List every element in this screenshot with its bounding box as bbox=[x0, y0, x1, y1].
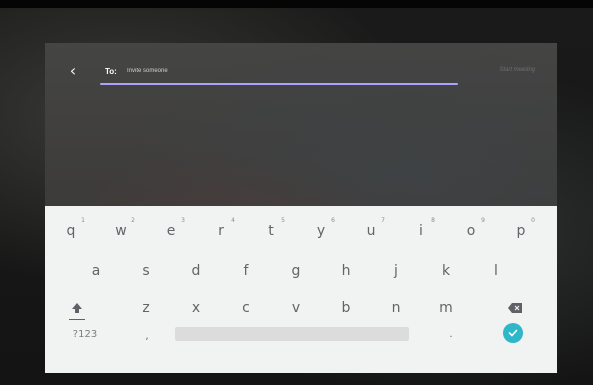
enter-key[interactable] bbox=[503, 323, 523, 343]
key-i[interactable]: i 8 bbox=[401, 213, 441, 249]
on-screen-keyboard: q 1 w 2 e 3 r 4 t 5 y 6 u 7 i 8 o 9 p 0 … bbox=[45, 206, 557, 373]
key-label: c bbox=[242, 300, 250, 316]
chevron-left-icon: ‹ bbox=[69, 61, 77, 80]
key-j[interactable]: j bbox=[376, 253, 416, 289]
key-label: o bbox=[466, 223, 476, 239]
key-label: b bbox=[341, 300, 351, 316]
key-hint: 7 bbox=[381, 217, 385, 224]
key-g[interactable]: g bbox=[276, 253, 316, 289]
key-label: , bbox=[145, 330, 149, 342]
back-button[interactable]: ‹ bbox=[63, 61, 83, 81]
key-label: k bbox=[441, 263, 451, 279]
key-label: j bbox=[394, 263, 398, 279]
key-label: f bbox=[243, 263, 249, 279]
key-label: z bbox=[142, 300, 150, 316]
key-label: m bbox=[439, 300, 453, 316]
device-screen: ‹ To: Start meeting q 1 w 2 e 3 r 4 t 5 … bbox=[45, 43, 557, 373]
key-q[interactable]: q 1 bbox=[51, 213, 91, 249]
key-a[interactable]: a bbox=[76, 253, 116, 289]
key-label: u bbox=[366, 223, 376, 239]
key-label: v bbox=[291, 300, 301, 316]
key-c[interactable]: c bbox=[226, 290, 266, 326]
key-label: g bbox=[291, 263, 301, 279]
key-b[interactable]: b bbox=[326, 290, 366, 326]
key-t[interactable]: t 5 bbox=[251, 213, 291, 249]
photo-top-edge bbox=[0, 0, 593, 8]
key-period[interactable]: . bbox=[431, 316, 471, 352]
key-hint: 5 bbox=[281, 217, 285, 224]
key-u[interactable]: u 7 bbox=[351, 213, 391, 249]
key-label: s bbox=[142, 263, 150, 279]
key-label: e bbox=[166, 223, 176, 239]
key-n[interactable]: n bbox=[376, 290, 416, 326]
key-w[interactable]: w 2 bbox=[101, 213, 141, 249]
key-label: t bbox=[268, 223, 274, 239]
key-label: . bbox=[449, 328, 453, 340]
key-label: i bbox=[419, 223, 423, 239]
key-label: w bbox=[115, 223, 127, 239]
backspace-key[interactable] bbox=[495, 290, 535, 326]
key-hint: 0 bbox=[531, 217, 535, 224]
key-label: d bbox=[191, 263, 201, 279]
key-hint: 6 bbox=[331, 217, 335, 224]
key-label: n bbox=[391, 300, 401, 316]
key-x[interactable]: x bbox=[176, 290, 216, 326]
key-label: q bbox=[66, 223, 76, 239]
key-d[interactable]: d bbox=[176, 253, 216, 289]
key-s[interactable]: s bbox=[126, 253, 166, 289]
invite-header: ‹ To: Start meeting bbox=[45, 43, 557, 93]
key-label: x bbox=[191, 300, 201, 316]
key-v[interactable]: v bbox=[276, 290, 316, 326]
key-h[interactable]: h bbox=[326, 253, 366, 289]
key-hint: 4 bbox=[231, 217, 235, 224]
backspace-icon bbox=[508, 303, 522, 313]
key-l[interactable]: l bbox=[476, 253, 516, 289]
key-label: l bbox=[494, 263, 498, 279]
key-comma[interactable]: , bbox=[127, 318, 167, 354]
key-label: a bbox=[91, 263, 101, 279]
key-hint: 1 bbox=[81, 217, 85, 224]
input-focus-underline bbox=[100, 83, 458, 85]
key-hint: 2 bbox=[131, 217, 135, 224]
key-f[interactable]: f bbox=[226, 253, 266, 289]
start-meeting-button[interactable]: Start meeting bbox=[499, 67, 535, 73]
to-label: To: bbox=[105, 67, 117, 76]
key-p[interactable]: p 0 bbox=[501, 213, 541, 249]
key-label: ?123 bbox=[72, 328, 98, 340]
checkmark-icon bbox=[508, 329, 518, 337]
key-r[interactable]: r 4 bbox=[201, 213, 241, 249]
key-hint: 8 bbox=[431, 217, 435, 224]
symbols-key[interactable]: ?123 bbox=[65, 316, 105, 352]
key-hint: 3 bbox=[181, 217, 185, 224]
key-label: y bbox=[316, 223, 326, 239]
space-bar[interactable] bbox=[175, 327, 409, 341]
key-k[interactable]: k bbox=[426, 253, 466, 289]
key-o[interactable]: o 9 bbox=[451, 213, 491, 249]
invite-input[interactable] bbox=[127, 65, 327, 77]
key-label: p bbox=[516, 223, 526, 239]
key-label: r bbox=[218, 223, 224, 239]
key-label: h bbox=[341, 263, 351, 279]
shift-arrow-icon bbox=[72, 303, 82, 313]
key-y[interactable]: y 6 bbox=[301, 213, 341, 249]
key-e[interactable]: e 3 bbox=[151, 213, 191, 249]
key-hint: 9 bbox=[481, 217, 485, 224]
